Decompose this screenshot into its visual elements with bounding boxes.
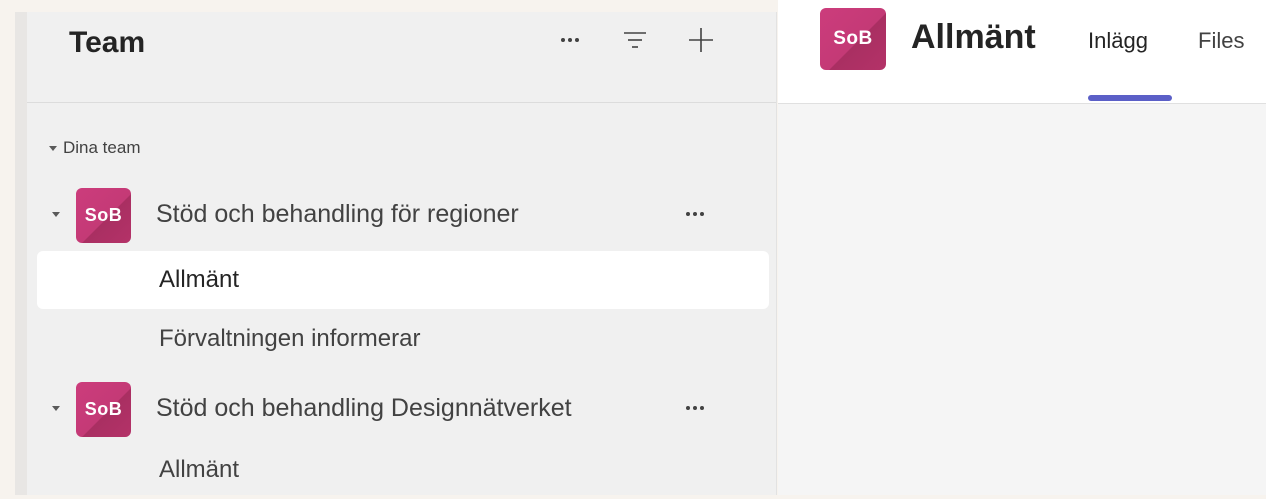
app-rail [0, 0, 15, 495]
caret-down-icon[interactable] [52, 212, 60, 217]
channel-label: Allmänt [159, 266, 240, 293]
channel-header: SoB Allmänt Inlägg Files [778, 0, 1266, 104]
more-options-icon[interactable] [673, 196, 717, 232]
tab-posts[interactable]: Inlägg [1088, 28, 1148, 54]
tab-files[interactable]: Files [1198, 28, 1244, 54]
rail-divider [15, 12, 27, 495]
caret-down-icon[interactable] [52, 406, 60, 411]
team-avatar: SoB [76, 382, 131, 437]
team-item[interactable]: SoB Stöd och behandling Designnätverket [27, 380, 776, 438]
sidebar-header: Team [27, 12, 776, 103]
team-name: Stöd och behandling för regioner [156, 200, 519, 228]
team-avatar: SoB [76, 188, 131, 243]
teams-sidebar: Team Dina team SoB Stöd och behandling f… [27, 12, 777, 495]
active-tab-indicator [1088, 95, 1172, 101]
channel-item[interactable]: Allmänt [37, 251, 769, 309]
team-item[interactable]: SoB Stöd och behandling för regioner [27, 186, 776, 244]
channel-avatar: SoB [820, 8, 886, 70]
channel-item[interactable]: Allmänt [37, 441, 769, 499]
section-your-teams[interactable]: Dina team [49, 138, 140, 158]
channel-item[interactable]: Förvaltningen informerar [37, 310, 769, 368]
more-options-icon[interactable] [673, 390, 717, 426]
caret-down-icon [49, 145, 57, 151]
more-options-icon[interactable] [552, 22, 588, 58]
sidebar-title: Team [69, 26, 146, 59]
add-icon[interactable] [683, 22, 719, 58]
channel-label: Allmänt [159, 456, 240, 483]
channel-label: Förvaltningen informerar [159, 325, 421, 352]
team-name: Stöd och behandling Designnätverket [156, 394, 572, 422]
channel-main: SoB Allmänt Inlägg Files [778, 0, 1266, 495]
filter-icon[interactable] [617, 22, 653, 58]
channel-title: Allmänt [911, 18, 1036, 56]
section-label: Dina team [63, 138, 141, 157]
